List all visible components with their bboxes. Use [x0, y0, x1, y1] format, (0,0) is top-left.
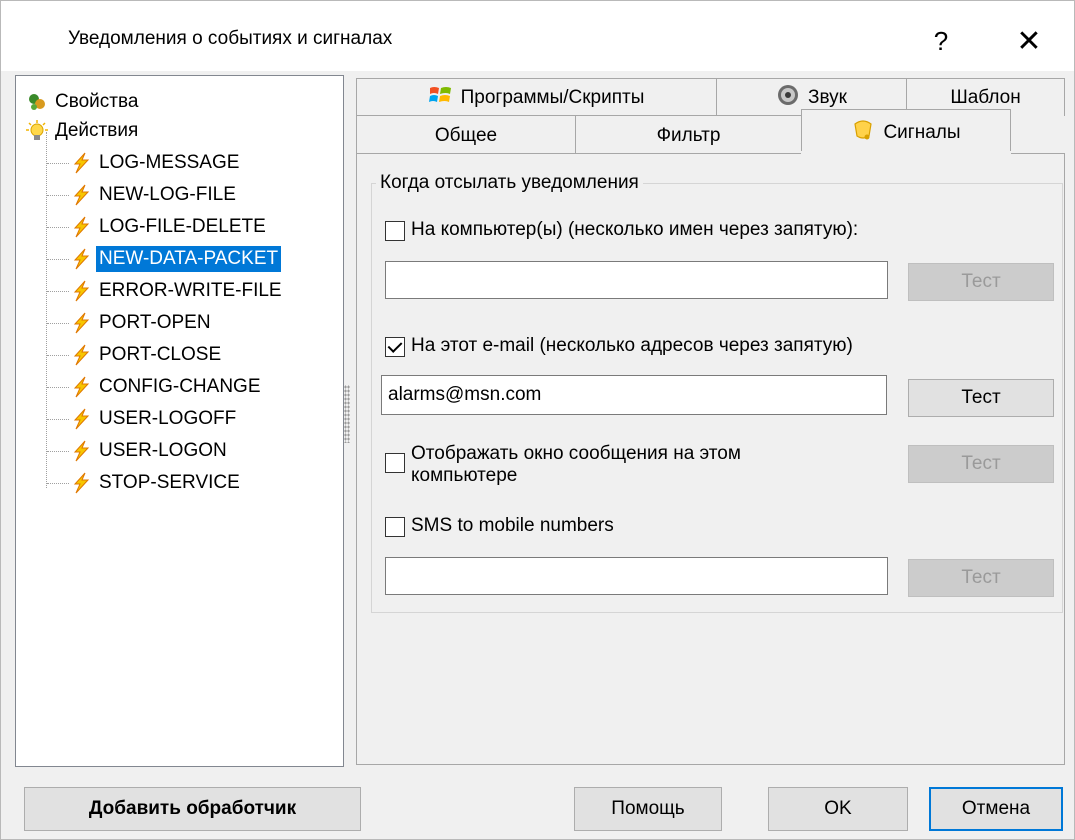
tree-item-label: USER-LOGON [99, 440, 227, 461]
sms-label: SMS to mobile numbers [411, 515, 614, 536]
properties-icon [26, 91, 48, 113]
sms-checkbox[interactable] [385, 517, 405, 537]
computers-option[interactable]: На компьютер(ы) (несколько имен через за… [385, 219, 858, 241]
tree-item-label: PORT-OPEN [99, 312, 211, 333]
email-label: На этот e-mail (несколько адресов через … [411, 335, 853, 356]
tree-item-config-change[interactable]: CONFIG-CHANGE [70, 372, 264, 402]
messagebox-test-button[interactable]: Тест [908, 445, 1054, 483]
tree-item-log-file-delete[interactable]: LOG-FILE-DELETE [70, 212, 269, 242]
lightning-icon [70, 312, 92, 334]
close-icon[interactable]: ✕ [1007, 19, 1051, 63]
tree-item-label: LOG-FILE-DELETE [99, 216, 266, 237]
lightning-icon [70, 408, 92, 430]
event-tree[interactable]: Свойства Действия LOG-MESSAGE NEW-LOG-FI… [15, 75, 344, 767]
tree-item-label: USER-LOGOFF [99, 408, 237, 429]
tab-label: Общее [434, 124, 498, 146]
tree-connector-line [46, 132, 47, 488]
speaker-icon [776, 83, 800, 113]
email-checkbox[interactable] [385, 337, 405, 357]
tab-label: Шаблон [950, 86, 1021, 108]
tree-item-label: ERROR-WRITE-FILE [99, 280, 282, 301]
email-option[interactable]: На этот e-mail (несколько адресов через … [385, 335, 853, 357]
tab-label: Программы/Скрипты [460, 86, 645, 108]
help-button[interactable]: Помощь [574, 787, 722, 831]
tab-signals[interactable]: Сигналы [801, 109, 1011, 155]
tree-item-error-write-file[interactable]: ERROR-WRITE-FILE [70, 276, 285, 306]
tree-item-user-logoff[interactable]: USER-LOGOFF [70, 404, 239, 434]
tree-item-user-logon[interactable]: USER-LOGON [70, 436, 230, 466]
tree-item-port-close[interactable]: PORT-CLOSE [70, 340, 224, 370]
active-tab-joint [801, 151, 1011, 157]
tree-connector [47, 227, 69, 228]
tree-connector [47, 419, 69, 420]
computers-checkbox[interactable] [385, 221, 405, 241]
tree-connector [47, 387, 69, 388]
tree-item-stop-service[interactable]: STOP-SERVICE [70, 468, 243, 498]
help-icon[interactable]: ? [919, 19, 963, 63]
tab-general[interactable]: Общее [356, 115, 576, 155]
tree-item-new-log-file[interactable]: NEW-LOG-FILE [70, 180, 239, 210]
computers-input[interactable] [385, 261, 888, 299]
email-test-button[interactable]: Тест [908, 379, 1054, 417]
cancel-button[interactable]: Отмена [929, 787, 1063, 831]
bell-icon [851, 118, 875, 148]
lightning-icon [70, 216, 92, 238]
lightning-icon [70, 440, 92, 462]
lightning-icon [70, 152, 92, 174]
windows-icon [428, 84, 453, 112]
tree-connector [47, 323, 69, 324]
messagebox-checkbox[interactable] [385, 453, 405, 473]
tree-connector [47, 195, 69, 196]
lightning-icon [70, 344, 92, 366]
dialog-window: Уведомления о событиях и сигналах ? ✕ Св… [0, 0, 1075, 840]
lightning-icon [70, 184, 92, 206]
messagebox-label-line2: компьютере [411, 465, 518, 486]
tree-item-label: LOG-MESSAGE [99, 152, 240, 173]
messagebox-label: Отображать окно сообщения на этом компью… [411, 443, 741, 487]
lightning-icon [70, 248, 92, 270]
sms-option[interactable]: SMS to mobile numbers [385, 515, 614, 537]
dialog-title: Уведомления о событиях и сигналах [68, 28, 393, 49]
computers-label: На компьютер(ы) (несколько имен через за… [411, 219, 859, 240]
messagebox-label-line1: Отображать окно сообщения на этом [411, 443, 741, 464]
ok-button[interactable]: OK [768, 787, 908, 831]
tree-item-label: STOP-SERVICE [99, 472, 240, 493]
add-handler-button[interactable]: Добавить обработчик [24, 787, 361, 831]
tree-item-log-message[interactable]: LOG-MESSAGE [70, 148, 242, 178]
sms-input[interactable] [385, 557, 888, 595]
tree-item-label: NEW-LOG-FILE [99, 184, 236, 205]
title-bar: Уведомления о событиях и сигналах ? ✕ [1, 1, 1074, 71]
lightning-icon [70, 376, 92, 398]
tree-connector [47, 483, 69, 484]
tree-connector [47, 163, 69, 164]
tab-filter[interactable]: Фильтр [575, 115, 802, 155]
tree-item-port-open[interactable]: PORT-OPEN [70, 308, 214, 338]
email-input[interactable]: alarms@msn.com [381, 375, 887, 415]
lightning-icon [70, 472, 92, 494]
tree-item-actions[interactable]: Действия [26, 116, 141, 146]
tab-label: Сигналы [883, 121, 961, 143]
panel-splitter[interactable] [344, 385, 350, 443]
tab-label: Звук [808, 86, 847, 108]
tab-label: Фильтр [656, 124, 721, 146]
lightbulb-icon [26, 120, 48, 142]
tree-item-properties[interactable]: Свойства [26, 87, 141, 117]
tree-item-new-data-packet[interactable]: NEW-DATA-PACKET [70, 244, 282, 274]
tree-item-label: Свойства [55, 91, 139, 112]
tree-item-label: CONFIG-CHANGE [99, 376, 261, 397]
tree-item-label: NEW-DATA-PACKET [96, 246, 282, 272]
tree-connector [47, 355, 69, 356]
group-title: Когда отсылать уведомления [376, 172, 643, 194]
tree-item-label: Действия [55, 120, 139, 141]
tree-connector [47, 291, 69, 292]
tree-item-label: PORT-CLOSE [99, 344, 222, 365]
tree-connector [47, 259, 69, 260]
tree-connector [47, 451, 69, 452]
lightning-icon [70, 280, 92, 302]
computers-test-button[interactable]: Тест [908, 263, 1054, 301]
sms-test-button[interactable]: Тест [908, 559, 1054, 597]
tab-programs-scripts[interactable]: Программы/Скрипты [356, 78, 717, 116]
messagebox-option[interactable]: Отображать окно сообщения на этом компью… [385, 443, 741, 487]
